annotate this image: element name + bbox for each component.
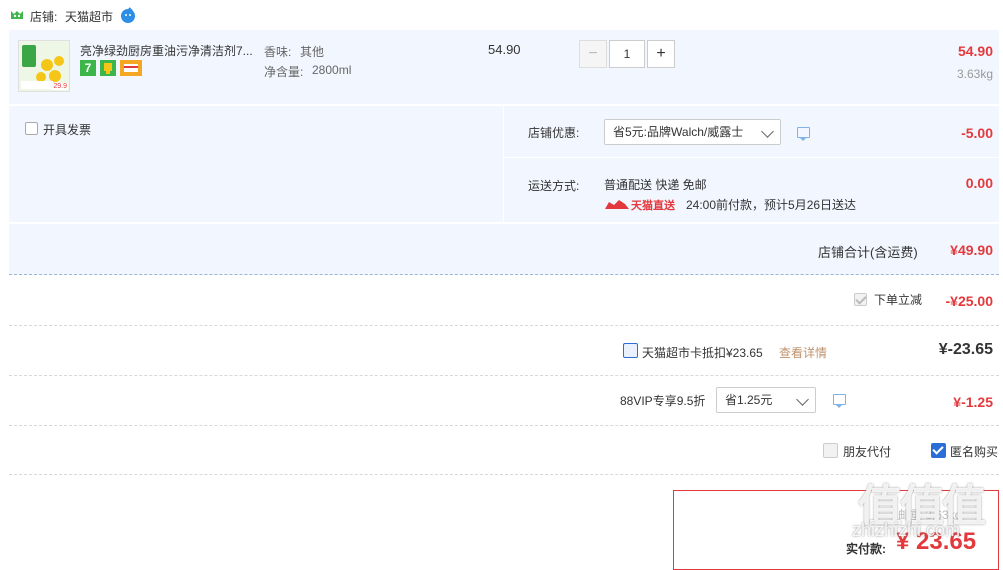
divider (9, 325, 999, 326)
instant-discount-label: 下单立减 (874, 293, 923, 307)
attr-scent-value: 其他 (300, 45, 325, 59)
friend-pay-checkbox[interactable] (823, 443, 838, 458)
order-options-hdivider (504, 157, 999, 158)
quantity-minus-button[interactable]: − (579, 40, 607, 68)
shop-discount-label: 店铺优惠: (528, 126, 580, 140)
order-options-divider (503, 106, 504, 222)
vip-discount-selected: 省1.25元 (725, 393, 773, 407)
shipping-eta: 24:00前付款，预计5月26日送达 (686, 198, 857, 212)
product-thumbnail[interactable]: 29.9 (18, 40, 70, 92)
vip-discount-select[interactable]: 省1.25元 (716, 387, 816, 413)
shipping-amount: 0.00 (965, 175, 993, 191)
tmall-card-amount: ¥-23.65 (938, 341, 993, 358)
invoice-checkbox[interactable] (25, 122, 38, 135)
message-icon[interactable] (797, 127, 810, 141)
attr-volume-label: 净含量: (264, 65, 304, 79)
quantity-plus-button[interactable]: + (647, 40, 675, 68)
shop-discount-amount: -5.00 (961, 125, 993, 141)
unit-price: 54.90 (488, 42, 521, 57)
vip-amount: ¥-1.25 (953, 394, 993, 410)
store-logo-icon (10, 9, 24, 21)
anonymous-label: 匿名购买 (950, 445, 999, 459)
item-weight: 3.63kg (956, 67, 993, 81)
divider (9, 425, 999, 426)
shop-total-amount: ¥49.90 (950, 242, 993, 258)
shop-total-label: 店铺合计(含运费) (818, 245, 918, 260)
shop-discount-selected: 省5元:品牌Walch/威露士 (613, 125, 744, 139)
store-label: 店铺: (30, 10, 58, 24)
quantity-stepper: − 1 + (579, 40, 675, 68)
payment-label: 实付款: (846, 542, 886, 556)
divider (9, 375, 999, 376)
shop-discount-select[interactable]: 省5元:品牌Walch/威露士 (604, 119, 781, 145)
item-title-link[interactable]: 亮净绿劲厨房重油污净清洁剂7... (80, 42, 253, 59)
store-name-link[interactable]: 天猫超市 (65, 8, 113, 25)
shipping-label: 运送方式: (528, 179, 580, 193)
invoice-label: 开具发票 (43, 123, 92, 137)
tmall-direct-icon (605, 199, 629, 211)
anonymous-checkbox[interactable] (931, 443, 946, 458)
tmall-card-detail-link[interactable]: 查看详情 (779, 344, 827, 361)
instant-discount-amount: -¥25.00 (945, 293, 993, 309)
tmall-card-checkbox[interactable] (623, 343, 638, 358)
instant-discount-checkbox (854, 293, 867, 306)
tmall-direct-tag: 天猫直送 (631, 200, 675, 212)
chevron-down-icon (796, 393, 809, 406)
attr-scent-label: 香味: (264, 45, 292, 59)
divider (9, 474, 999, 475)
attr-volume-value: 2800ml (312, 63, 352, 77)
card-payment-icon (120, 60, 142, 76)
guarantee-icon (100, 60, 116, 76)
shipping-method: 普通配送 快递 免邮 (604, 178, 707, 192)
seven-day-return-icon: 7 (80, 60, 96, 76)
vip-label: 88VIP专享9.5折 (620, 394, 706, 408)
message-icon[interactable] (833, 394, 846, 408)
thumb-price-tag: 29.9 (52, 83, 68, 90)
friend-pay-label: 朋友代付 (843, 445, 892, 459)
quantity-input[interactable]: 1 (609, 40, 645, 68)
item-subtotal: 54.90 (957, 43, 993, 59)
tmall-card-label: 天猫超市卡抵扣¥23.65 (642, 346, 763, 360)
chevron-down-icon (761, 125, 774, 138)
wangwang-chat-icon[interactable] (120, 7, 136, 23)
watermark-url: zhizhizhi.com (852, 520, 961, 540)
